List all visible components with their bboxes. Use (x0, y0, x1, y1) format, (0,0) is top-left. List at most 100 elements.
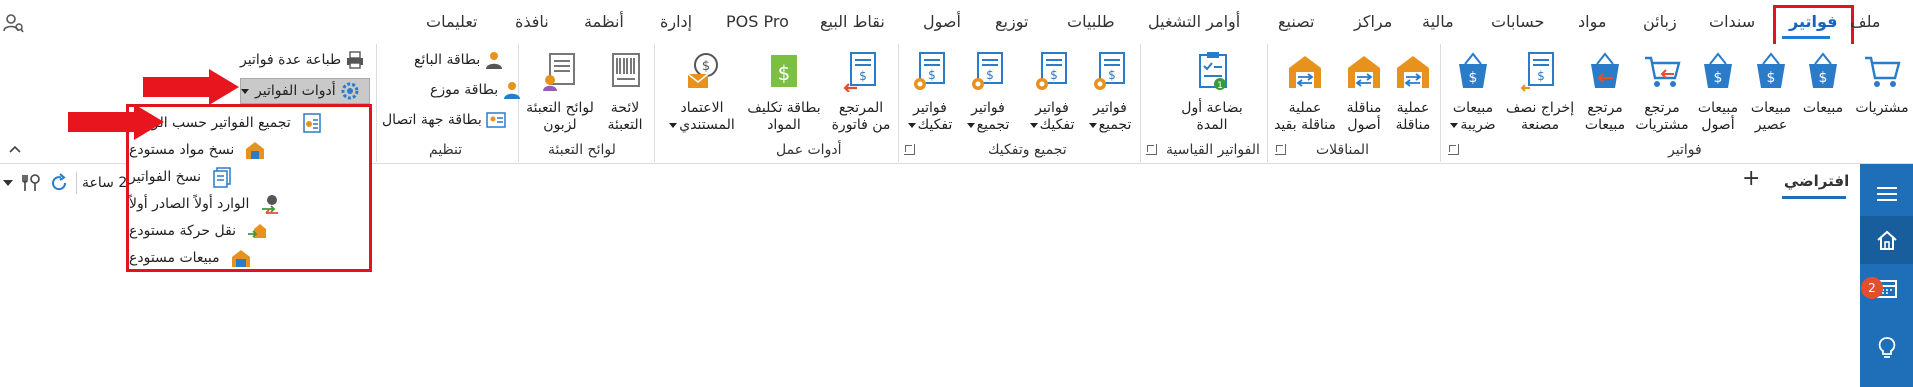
home-button[interactable] (1860, 216, 1913, 264)
contact-card-button[interactable]: بطاقة جهة اتصال (382, 109, 506, 131)
group-invoices-by-customer-item[interactable]: تجميع الفواتير حسب الزبائن (129, 109, 369, 136)
group-separator (654, 44, 655, 162)
tax-sales-button[interactable]: $ مبيعات ضريبة (1444, 48, 1502, 138)
gear-icon (341, 82, 359, 100)
menu-work-orders[interactable]: أوامر التشغيل (1148, 12, 1240, 31)
group-customers-icon (303, 112, 321, 133)
seller-card-button[interactable]: بطاقة البائع (414, 49, 504, 71)
hamburger-menu-button[interactable] (1860, 170, 1913, 218)
tools-icon[interactable] (20, 172, 42, 194)
group-label-assembly: تجميع وتفكيك (988, 142, 1067, 158)
printer-icon (347, 51, 364, 69)
user-search-icon[interactable] (2, 12, 24, 34)
clipboard-check-icon: 1 (1199, 52, 1227, 91)
svg-text:$: $ (778, 61, 791, 85)
red-arrow-annotation (68, 104, 164, 140)
dialog-launcher-icon[interactable] (1146, 144, 1157, 155)
dropdown-caret (1450, 122, 1459, 128)
basket-return-icon (1591, 52, 1619, 88)
group-separator (1140, 44, 1141, 162)
menu-systems[interactable]: أنظمة (584, 12, 624, 31)
menu-manufacturing[interactable]: تصنيع (1278, 12, 1315, 31)
tips-button[interactable] (1860, 324, 1913, 372)
seller-icon (486, 52, 503, 69)
asset-sales-button[interactable]: $ مبيعات أصول (1692, 48, 1744, 138)
red-arrow-annotation (143, 69, 239, 105)
cart-return-icon (1645, 56, 1681, 87)
refresh-icon[interactable] (48, 172, 70, 194)
semi-finished-output-button[interactable]: $ إخراج نصف مصنعة (1504, 48, 1576, 138)
print-multiple-invoices-button[interactable]: طباعة عدة فواتير (240, 49, 365, 71)
svg-text:$: $ (1050, 68, 1058, 82)
menu-invoices[interactable]: فواتير (1789, 12, 1837, 31)
asset-transfer-button[interactable]: مناقلة أصول (1340, 48, 1388, 138)
sales-return-button[interactable]: مرتجع مبيعات (1578, 48, 1632, 138)
juice-sales-button[interactable]: $ مبيعات عصير (1745, 48, 1797, 138)
disassembly-invoices-button-2[interactable]: $ فواتير تفكيك (902, 48, 958, 138)
opening-stock-button[interactable]: 1 بضاعة أول المدة (1160, 48, 1264, 138)
basket-dollar-icon: $ (1704, 52, 1732, 88)
material-cost-card-button[interactable]: $ بطاقة تكليف المواد (744, 48, 824, 138)
barcode-list-icon (612, 53, 640, 87)
group-label-invoices: فواتير (1668, 142, 1702, 158)
posted-transfer-button[interactable]: عملية مناقلة بقيد (1272, 48, 1338, 138)
fifo-item[interactable]: الوارد أولاً الصادر أولاً (129, 190, 369, 217)
svg-text:$: $ (1108, 68, 1116, 82)
purchase-return-button[interactable]: مرتجع مشتريات (1633, 48, 1691, 138)
dialog-launcher-icon[interactable] (1448, 144, 1459, 155)
menu-pos[interactable]: نقاط البيع (820, 12, 885, 31)
group-label-standard-invoices: الفواتير القياسية (1166, 142, 1260, 158)
menu-admin[interactable]: إدارة (660, 12, 692, 31)
chevron-down-icon[interactable] (2, 178, 14, 188)
svg-text:$: $ (986, 68, 994, 82)
letter-of-credit-button[interactable]: $ الاعتماد المستندي (662, 48, 742, 138)
add-tab-icon[interactable]: + (1742, 166, 1760, 191)
packing-list-button[interactable]: لائحة التعبئة (598, 48, 652, 138)
active-tab-underline (1782, 196, 1846, 199)
customer-packing-lists-button[interactable]: لوائح التعبئة لزبون (522, 48, 598, 138)
dropdown-caret (669, 122, 678, 128)
group-separator (1440, 44, 1441, 162)
distributor-card-button[interactable]: بطاقة موزع (430, 79, 522, 101)
svg-text:$: $ (928, 68, 936, 82)
tab-default[interactable]: افتراضي (1784, 172, 1849, 190)
menu-help[interactable]: تعليمات (426, 12, 477, 31)
contact-card-icon (485, 112, 506, 128)
svg-text:$: $ (1714, 70, 1723, 86)
menu-accounts[interactable]: حسابات (1491, 12, 1544, 31)
warehouse-transfer-icon (1348, 56, 1380, 88)
svg-text:$: $ (1469, 70, 1478, 86)
cost-box-icon: $ (771, 55, 797, 87)
menu-window[interactable]: نافذة (515, 12, 549, 31)
assembly-invoices-button[interactable]: $ فواتير تجميع (1082, 48, 1138, 138)
copy-invoices-item[interactable]: نسخ الفواتير (129, 163, 369, 190)
menu-bar: ملف فواتير سندات زبائن مواد حسابات مالية… (0, 0, 1913, 47)
collapse-ribbon-icon[interactable] (8, 144, 22, 154)
invoice-tools-button[interactable]: أدوات الفواتير (240, 78, 370, 104)
menu-distribution[interactable]: توزيع (995, 12, 1028, 31)
transfer-operation-button[interactable]: عملية مناقلة (1388, 48, 1438, 138)
menu-orders[interactable]: طلبيات (1067, 12, 1115, 31)
menu-finance[interactable]: مالية (1422, 12, 1454, 31)
menu-materials[interactable]: مواد (1578, 12, 1606, 31)
assembly-invoices-button-2[interactable]: $ فواتير تجميع (960, 48, 1016, 138)
menu-active-underline (1782, 36, 1830, 39)
dialog-launcher-icon[interactable] (904, 144, 915, 155)
disassembly-invoices-button[interactable]: $ فواتير تفكيك (1024, 48, 1080, 138)
menu-pos-pro[interactable]: POS Pro (726, 12, 789, 31)
copy-warehouse-materials-item[interactable]: نسخ مواد مستودع (129, 136, 369, 163)
move-warehouse-movement-item[interactable]: نقل حركة مستودع (129, 217, 369, 244)
menu-customers[interactable]: زبائن (1643, 12, 1677, 31)
menu-assets[interactable]: أصول (923, 12, 961, 31)
return-from-invoice-button[interactable]: $ المرتجع من فاتورة (826, 48, 896, 138)
menu-vouchers[interactable]: سندات (1709, 12, 1755, 31)
basket-dollar-icon: $ (1757, 52, 1785, 88)
menu-file[interactable]: ملف (1850, 12, 1880, 31)
menu-centers[interactable]: مراكز (1354, 12, 1392, 31)
warehouse-copy-icon (246, 141, 265, 159)
sales-button[interactable]: $ مبيعات (1797, 48, 1849, 138)
basket-dollar-icon: $ (1459, 52, 1487, 88)
purchases-button[interactable]: مشتريات (1851, 48, 1913, 138)
dialog-launcher-icon[interactable] (1275, 144, 1286, 155)
warehouse-sales-item[interactable]: مبيعات مستودع (129, 244, 369, 271)
